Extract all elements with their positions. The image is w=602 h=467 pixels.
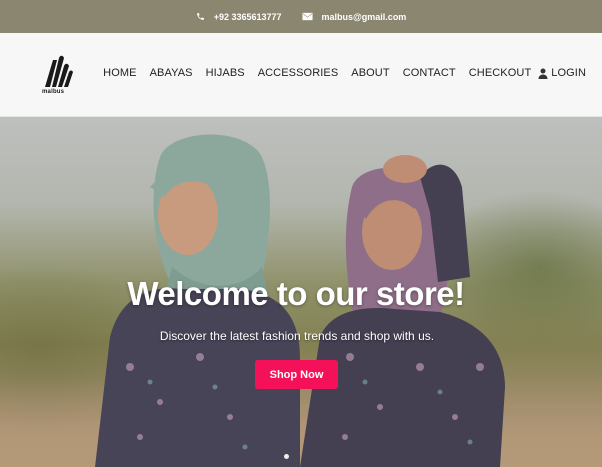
main-navbar: malbus HOME ABAYAS HIJABS ACCESSORIES AB… xyxy=(0,33,602,117)
nav-accessories[interactable]: ACCESSORIES xyxy=(258,67,339,79)
nav-about[interactable]: ABOUT xyxy=(351,67,389,79)
email-contact[interactable]: malbus@gmail.com xyxy=(301,11,407,22)
login-label: LOGIN xyxy=(551,67,586,79)
envelope-icon xyxy=(301,12,313,21)
nav-checkout[interactable]: CHECKOUT xyxy=(469,67,532,79)
hero-title: Welcome to our store! xyxy=(127,275,465,312)
phone-icon xyxy=(196,13,204,20)
phone-contact[interactable]: +92 3365613777 xyxy=(196,12,282,22)
slider-indicators xyxy=(284,454,289,459)
nav-contact[interactable]: CONTACT xyxy=(403,67,456,79)
nav-abayas[interactable]: ABAYAS xyxy=(150,67,193,79)
nav-login[interactable]: LOGIN xyxy=(538,67,586,79)
hero-subtitle: Discover the latest fashion trends and s… xyxy=(159,329,435,343)
hero-slider: Welcome to our store! Discover the lates… xyxy=(0,117,602,467)
nav-hijabs[interactable]: HIJABS xyxy=(206,67,245,79)
phone-number: +92 3365613777 xyxy=(213,11,282,22)
user-icon xyxy=(538,68,548,79)
shop-now-button[interactable]: Shop Now xyxy=(255,360,338,389)
slide-dot-active[interactable] xyxy=(284,454,289,459)
email-address: malbus@gmail.com xyxy=(321,11,407,22)
logo-mark-icon xyxy=(45,55,73,87)
brand-logo[interactable]: malbus xyxy=(42,54,78,98)
nav-menu: HOME ABAYAS HIJABS ACCESSORIES ABOUT CON… xyxy=(90,67,586,79)
top-contact-bar: +92 3365613777 malbus@gmail.com xyxy=(0,0,602,33)
nav-home[interactable]: HOME xyxy=(103,67,136,79)
brand-name: malbus xyxy=(42,89,65,95)
